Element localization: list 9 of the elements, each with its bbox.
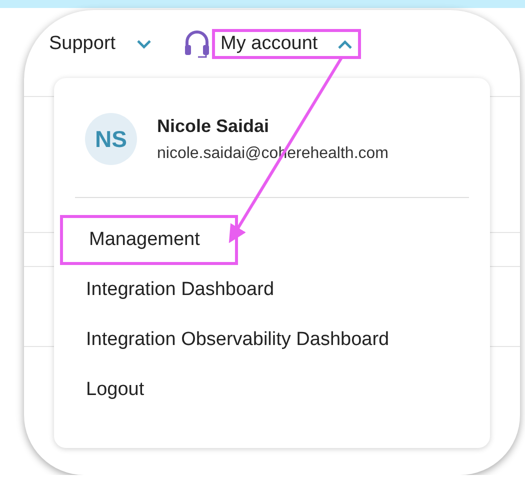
headset-icon [184, 29, 210, 59]
user-name: Nicole Saidai [157, 116, 270, 136]
my-account-menu[interactable]: My account [212, 29, 361, 59]
menu-item[interactable]: Integration Observability Dashboard [54, 315, 390, 365]
menu-item[interactable]: Management [60, 215, 238, 265]
support-menu[interactable]: Support [40, 29, 160, 59]
user-avatar: NS [85, 113, 137, 165]
menu-item[interactable]: Logout [54, 365, 144, 415]
menu-item[interactable]: Integration Dashboard [54, 265, 274, 315]
